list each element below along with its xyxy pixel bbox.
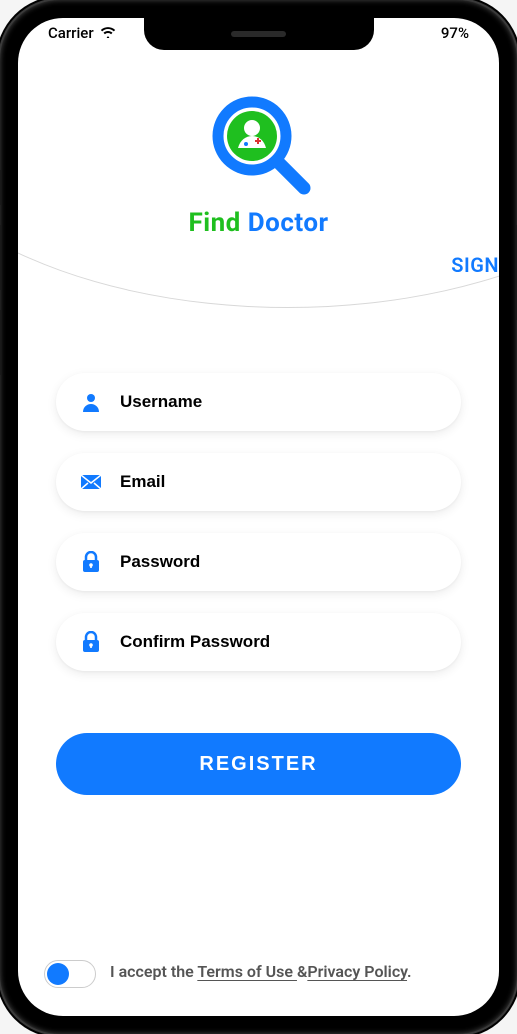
brand-word-find: Find — [188, 208, 240, 238]
terms-row: I accept the Terms of Use &Privacy Polic… — [18, 960, 499, 988]
brand-title: Find Doctor — [18, 208, 499, 238]
register-button[interactable]: REGISTER — [56, 733, 461, 795]
register-form — [18, 373, 499, 671]
mail-icon — [80, 471, 102, 493]
logo-area: Find Doctor — [18, 88, 499, 238]
carrier-label: Carrier — [48, 24, 94, 42]
password-input[interactable] — [120, 552, 437, 572]
confirm-password-input[interactable] — [120, 632, 437, 652]
lock-icon — [80, 551, 102, 573]
terms-amp: & — [297, 962, 307, 981]
username-field[interactable] — [56, 373, 461, 431]
confirm-password-field[interactable] — [56, 613, 461, 671]
email-input[interactable] — [120, 472, 437, 492]
terms-prefix: I accept the — [110, 962, 197, 981]
wifi-icon — [100, 24, 116, 42]
notch — [144, 18, 374, 50]
user-icon — [80, 391, 102, 413]
password-field[interactable] — [56, 533, 461, 591]
terms-suffix: . — [407, 962, 412, 981]
lock-icon — [80, 631, 102, 653]
app-logo-icon — [204, 88, 314, 198]
screen: Carrier 97% — [18, 18, 499, 1016]
phone-frame: Carrier 97% — [0, 0, 517, 1034]
speaker-icon — [231, 31, 286, 37]
battery-label: 97% — [441, 24, 469, 42]
accept-toggle[interactable] — [44, 960, 96, 988]
terms-of-use-link[interactable]: Terms of Use — [197, 962, 297, 981]
username-input[interactable] — [120, 392, 437, 412]
email-field[interactable] — [56, 453, 461, 511]
toggle-knob-icon — [47, 963, 69, 985]
terms-text: I accept the Terms of Use &Privacy Polic… — [110, 960, 412, 983]
brand-word-doctor: Doctor — [248, 208, 329, 238]
sign-link[interactable]: SIGN — [451, 253, 499, 277]
privacy-policy-link[interactable]: Privacy Policy — [307, 962, 407, 981]
